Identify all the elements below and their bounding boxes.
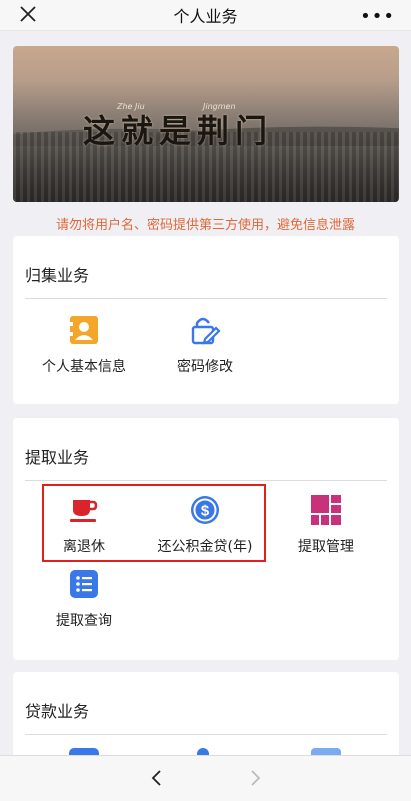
withdraw-query-label: 提取查询 — [56, 613, 112, 629]
section-title-loan: 贷款业务 — [25, 702, 90, 721]
grid-icon — [311, 495, 341, 525]
banner-image: Zhe Jiu Jingmen 这就是荆门 — [13, 46, 399, 202]
change-password-button[interactable]: 密码修改 — [141, 314, 269, 376]
list-icon — [70, 570, 98, 598]
highlight-box — [42, 484, 266, 562]
section-title-collection: 归集业务 — [25, 266, 90, 285]
top-nav-bar: 个人业务 ••• — [0, 0, 411, 31]
collection-section: 归集业务 个人基本信息 密码修改 — [13, 236, 399, 404]
edit-lock-icon — [191, 317, 221, 345]
withdraw-query-button[interactable]: 提取查询 — [20, 568, 148, 630]
banner-calligraphy: 这就是荆门 — [83, 112, 274, 150]
change-password-label: 密码修改 — [177, 359, 233, 375]
section-divider — [25, 734, 387, 735]
security-warning: 请勿将用户名、密码提供第三方使用，避免信息泄露 — [55, 218, 355, 233]
withdraw-manage-label: 提取管理 — [298, 539, 354, 555]
profile-card-icon — [70, 316, 98, 344]
back-arrow-icon[interactable] — [147, 768, 167, 788]
section-divider — [25, 298, 387, 299]
bottom-nav-bar — [0, 755, 411, 801]
section-title-withdraw: 提取业务 — [25, 448, 90, 467]
close-icon[interactable] — [18, 4, 38, 24]
more-icon[interactable]: ••• — [360, 6, 395, 27]
withdraw-manage-button[interactable]: 提取管理 — [262, 494, 390, 556]
personal-info-label: 个人基本信息 — [42, 359, 126, 375]
section-divider — [25, 480, 387, 481]
personal-info-button[interactable]: 个人基本信息 — [20, 314, 148, 376]
forward-arrow-icon[interactable] — [245, 768, 265, 788]
page-title: 个人业务 — [173, 7, 238, 26]
